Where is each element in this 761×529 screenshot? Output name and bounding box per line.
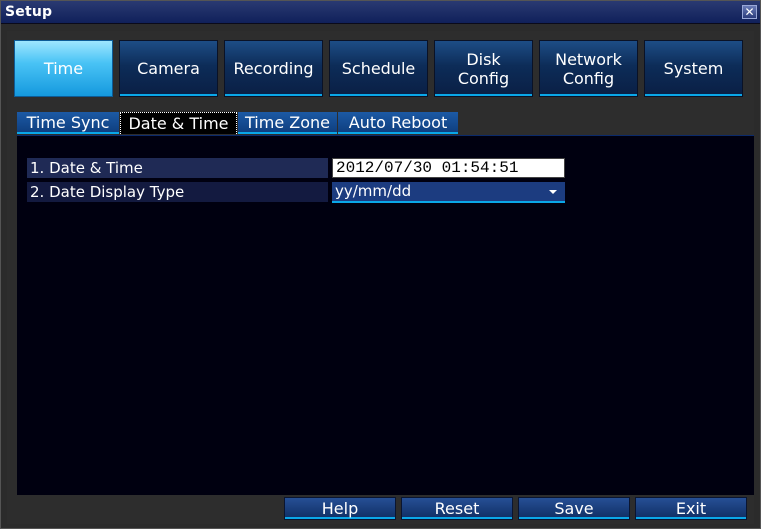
tab-camera[interactable]: Camera [119,40,218,97]
tab-time-label: Time [43,59,84,78]
subtab-time-sync-label: Time Sync [26,113,110,132]
date-time-label: 1. Date & Time [27,158,328,178]
tab-system-label: System [663,59,724,78]
title-bar: Setup ✕ [1,1,760,24]
date-display-type-select[interactable]: yy/mm/dd [332,182,565,203]
subtab-auto-reboot-label: Auto Reboot [348,113,448,132]
reset-button[interactable]: Reset [401,497,513,520]
tab-disk-config[interactable]: Disk Config [434,40,533,97]
date-display-type-label: 2. Date Display Type [27,182,328,202]
reset-button-label: Reset [434,499,480,518]
save-button-label: Save [554,499,594,518]
exit-button[interactable]: Exit [635,497,747,520]
tab-disk-config-label: Disk [466,49,501,69]
help-button-label: Help [321,499,359,518]
setup-panel: Time Camera Recording Schedule Disk Conf… [7,31,754,524]
tab-network-config-label2: Config [562,68,615,88]
subtab-auto-reboot[interactable]: Auto Reboot [338,112,458,134]
window-title: Setup [5,4,53,20]
tab-recording-label: Recording [233,59,314,78]
settings-content: 1. Date & Time 2012/07/30 01:54:51 2. Da… [17,135,754,495]
save-button[interactable]: Save [518,497,630,520]
close-icon: ✕ [744,5,755,19]
subtab-time-zone[interactable]: Time Zone [238,112,337,134]
subtab-date-time[interactable]: Date & Time [120,112,237,134]
subtab-date-time-label: Date & Time [128,114,229,133]
close-button[interactable]: ✕ [742,5,757,19]
tab-network-config[interactable]: Network Config [539,40,638,97]
subtab-time-zone-label: Time Zone [245,113,330,132]
date-time-field[interactable]: 2012/07/30 01:54:51 [332,158,565,178]
help-button[interactable]: Help [284,497,396,520]
tab-camera-label: Camera [137,59,200,78]
tab-time[interactable]: Time [14,40,113,97]
tab-schedule-label: Schedule [341,59,416,78]
exit-button-label: Exit [675,499,707,518]
chevron-down-icon [549,190,557,194]
tab-schedule[interactable]: Schedule [329,40,428,97]
date-display-type-value: yy/mm/dd [335,182,412,200]
tab-system[interactable]: System [644,40,743,97]
tab-recording[interactable]: Recording [224,40,323,97]
tab-network-config-label: Network [555,49,622,69]
tab-disk-config-label2: Config [457,68,510,88]
subtab-time-sync[interactable]: Time Sync [17,112,119,134]
setup-window: Setup ✕ Time Camera Recording Schedule D… [0,0,761,529]
